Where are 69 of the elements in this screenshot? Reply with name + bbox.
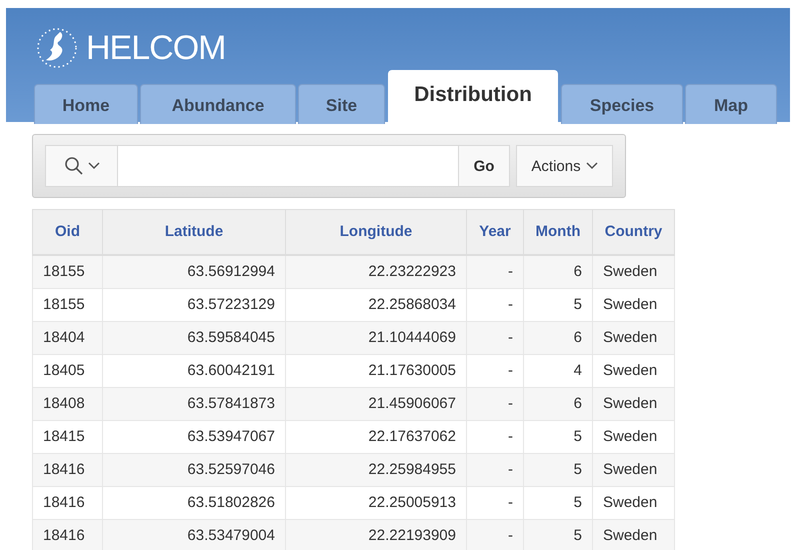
table-cell: Sweden bbox=[592, 288, 674, 321]
table-cell: 5 bbox=[524, 288, 592, 321]
column-header[interactable]: Longitude bbox=[286, 210, 466, 254]
table-cell: Sweden bbox=[592, 354, 674, 387]
table-cell: 22.25984955 bbox=[286, 453, 466, 486]
table-cell: 22.25005913 bbox=[286, 486, 466, 519]
table-cell: 21.10444069 bbox=[286, 321, 466, 354]
table-cell: 22.23222923 bbox=[286, 254, 466, 288]
nav-tab[interactable]: Map bbox=[685, 84, 777, 124]
column-header[interactable]: Month bbox=[524, 210, 592, 254]
table-cell: 22.22193909 bbox=[286, 519, 466, 550]
table-cell: 18416 bbox=[32, 519, 102, 550]
table-cell: 18415 bbox=[32, 420, 102, 453]
table-cell: 5 bbox=[524, 453, 592, 486]
table-cell: 18405 bbox=[32, 354, 102, 387]
table-cell: 6 bbox=[524, 254, 592, 288]
table-cell: 63.52597046 bbox=[102, 453, 286, 486]
table-cell: Sweden bbox=[592, 420, 674, 453]
table-cell: Sweden bbox=[592, 453, 674, 486]
table-cell: 6 bbox=[524, 387, 592, 420]
table-cell: Sweden bbox=[592, 387, 674, 420]
table-cell: 18155 bbox=[32, 288, 102, 321]
nav-tab[interactable]: Abundance bbox=[140, 84, 296, 124]
table-cell: 21.45906067 bbox=[286, 387, 466, 420]
table-cell: 63.57841873 bbox=[102, 387, 286, 420]
table-cell: - bbox=[466, 321, 524, 354]
table-cell: 5 bbox=[524, 519, 592, 550]
table-cell: - bbox=[466, 420, 524, 453]
table-cell: 22.25868034 bbox=[286, 288, 466, 321]
table-cell: 63.53479004 bbox=[102, 519, 286, 550]
nav-tab[interactable]: Distribution bbox=[388, 70, 558, 124]
table-cell: - bbox=[466, 519, 524, 550]
table-cell: - bbox=[466, 387, 524, 420]
table-cell: 4 bbox=[524, 354, 592, 387]
table-cell: 18416 bbox=[32, 453, 102, 486]
table-cell: 63.60042191 bbox=[102, 354, 286, 387]
table-cell: - bbox=[466, 453, 524, 486]
table-cell: 18416 bbox=[32, 486, 102, 519]
table-cell: 5 bbox=[524, 486, 592, 519]
table-cell: 63.57223129 bbox=[102, 288, 286, 321]
column-header[interactable]: Country bbox=[592, 210, 674, 254]
table-cell: 18404 bbox=[32, 321, 102, 354]
table-cell: Sweden bbox=[592, 254, 674, 288]
table-cell: 22.17637062 bbox=[286, 420, 466, 453]
table-cell: 63.56912994 bbox=[102, 254, 286, 288]
table-cell: Sweden bbox=[592, 321, 674, 354]
nav-tab[interactable]: Species bbox=[561, 84, 683, 124]
table-cell: 63.59584045 bbox=[102, 321, 286, 354]
table-cell: 21.17630005 bbox=[286, 354, 466, 387]
table-cell: - bbox=[466, 254, 524, 288]
table-cell: - bbox=[466, 354, 524, 387]
table-cell: Sweden bbox=[592, 486, 674, 519]
nav-tab[interactable]: Home bbox=[34, 84, 138, 124]
logo-text: HELCOM bbox=[86, 28, 226, 68]
column-header[interactable]: Year bbox=[466, 210, 524, 254]
table-cell: - bbox=[466, 486, 524, 519]
table-cell: 18155 bbox=[32, 254, 102, 288]
table-cell: Sweden bbox=[592, 519, 674, 550]
table-cell: 63.51802826 bbox=[102, 486, 286, 519]
table-cell: 5 bbox=[524, 420, 592, 453]
column-header[interactable]: Latitude bbox=[102, 210, 286, 254]
table-cell: - bbox=[466, 288, 524, 321]
caret-icon bbox=[586, 162, 598, 170]
actions-button[interactable]: Actions bbox=[516, 145, 613, 187]
table-cell: 6 bbox=[524, 321, 592, 354]
column-header[interactable]: Oid bbox=[32, 210, 102, 254]
table-cell: 18408 bbox=[32, 387, 102, 420]
nav-tab[interactable]: Site bbox=[298, 84, 385, 124]
table-cell: 63.53947067 bbox=[102, 420, 286, 453]
